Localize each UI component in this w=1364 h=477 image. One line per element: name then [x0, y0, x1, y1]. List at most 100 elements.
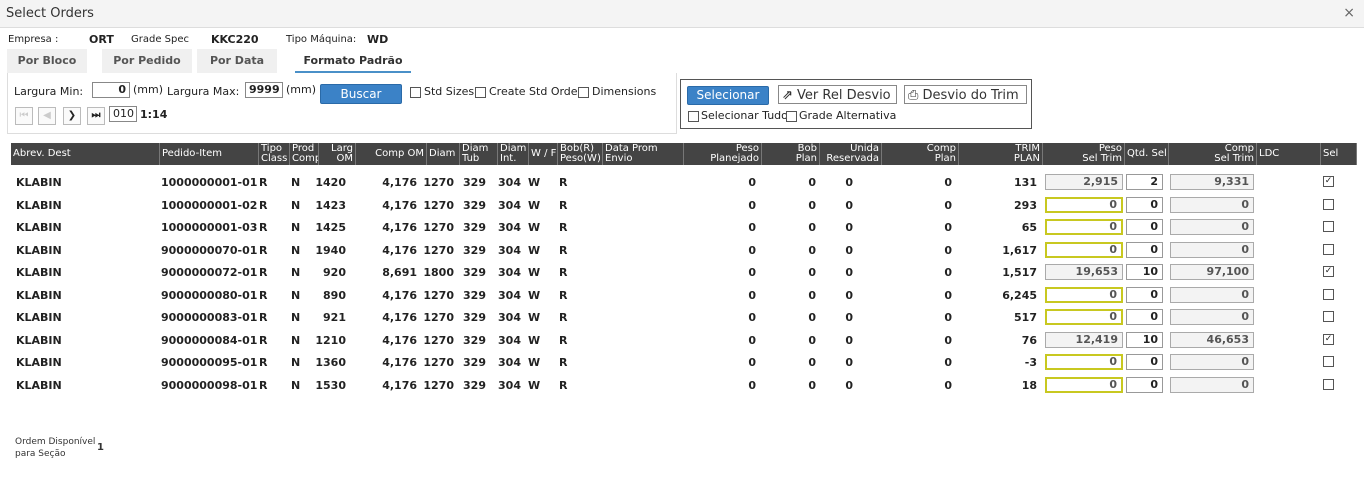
- col-header-bob-plan[interactable]: Bob Plan: [762, 143, 820, 165]
- cell-compsel-input[interactable]: 0: [1170, 309, 1254, 325]
- col-header-sel[interactable]: Sel: [1321, 143, 1357, 165]
- cell-comp: 4,176: [382, 378, 417, 392]
- cell-compsel-input[interactable]: 0: [1170, 196, 1254, 213]
- cell-qtd-input[interactable]: 0: [1126, 376, 1163, 393]
- prev-page-icon[interactable]: ◀: [38, 107, 56, 125]
- col-header-bob-r-peso-w[interactable]: Bob(R) Peso(W): [558, 143, 603, 165]
- col-header-trim-plan[interactable]: TRIM PLAN: [959, 143, 1043, 165]
- col-header-abrev-dest[interactable]: Abrev. Dest: [11, 143, 160, 165]
- table-row[interactable]: KLABIN 1000000001-03 R N 1425 4,176 1270 329 304…: [11, 217, 1357, 239]
- cell-compsel-input[interactable]: 0: [1170, 354, 1254, 370]
- cell-pesosel-input[interactable]: 0: [1045, 354, 1123, 370]
- cell-compsel-input[interactable]: 46,653: [1170, 331, 1254, 348]
- table-row[interactable]: KLABIN 9000000072-01 R N 920 8,691 1800 329 304 W…: [11, 262, 1357, 284]
- col-header-pedido-item[interactable]: Pedido-Item: [160, 143, 259, 165]
- col-header-comp-om[interactable]: Comp OM: [356, 143, 427, 165]
- cell-pesosel-input[interactable]: 0: [1045, 241, 1123, 258]
- cell-compsel-input[interactable]: 9,331: [1170, 174, 1254, 190]
- row-select-checkbox[interactable]: [1323, 311, 1334, 322]
- row-select-checkbox[interactable]: [1323, 221, 1334, 232]
- row-select-checkbox[interactable]: [1323, 288, 1334, 300]
- cell-pesosel-input[interactable]: 0: [1045, 196, 1123, 213]
- col-header-comp-plan[interactable]: Comp Plan: [882, 143, 959, 165]
- close-icon[interactable]: ×: [1343, 5, 1355, 21]
- cell-pesosel-input[interactable]: 12,419: [1045, 331, 1123, 348]
- cell-qtd-input[interactable]: 0: [1126, 241, 1163, 258]
- cell-pesosel-input[interactable]: 0: [1045, 376, 1123, 393]
- desvio-trim-button[interactable]: ⎙ Desvio do Trim: [904, 85, 1027, 104]
- page-number-input[interactable]: 010: [109, 106, 137, 122]
- row-select-checkbox[interactable]: [1323, 243, 1334, 255]
- cell-pesosel-input[interactable]: 0: [1045, 286, 1123, 303]
- col-header-larg-om[interactable]: Larg OM: [319, 143, 356, 165]
- ordem-disponivel-value: 1: [97, 442, 104, 453]
- table-row[interactable]: KLABIN 1000000001-02 R N 1423 4,176 1270 329 304…: [11, 195, 1357, 217]
- col-header-tipo-class[interactable]: Tipo Class: [259, 143, 290, 165]
- next-page-icon[interactable]: ❯: [63, 107, 81, 125]
- col-header-unida-reservada[interactable]: Unida Reservada: [820, 143, 882, 165]
- row-select-checkbox[interactable]: [1323, 356, 1334, 367]
- table-row[interactable]: KLABIN 9000000095-01 R N 1360 4,176 1270 329 304…: [11, 352, 1357, 374]
- cell-qtd-input[interactable]: 0: [1126, 219, 1163, 235]
- col-header-peso-planejado[interactable]: Peso Planejado: [684, 143, 762, 165]
- largura-max-input[interactable]: 9999: [245, 82, 283, 98]
- ver-rel-desvio-button[interactable]: ⇗ Ver Rel Desvio: [778, 85, 897, 104]
- table-row[interactable]: KLABIN 1000000001-01 R N 1420 4,176 1270 329 304…: [11, 172, 1357, 194]
- cell-pesosel-input[interactable]: 19,653: [1045, 264, 1123, 280]
- tab-por-pedido[interactable]: Por Pedido: [102, 49, 192, 73]
- row-select-checkbox[interactable]: [1323, 378, 1334, 390]
- cell-peso: 0: [748, 176, 756, 189]
- cell-compsel-input[interactable]: 0: [1170, 219, 1254, 235]
- cell-qtd-input[interactable]: 10: [1126, 331, 1163, 348]
- cell-qtd-input[interactable]: 10: [1126, 264, 1163, 280]
- last-page-icon[interactable]: ⏭: [87, 107, 105, 125]
- first-page-icon[interactable]: ⏮: [15, 107, 33, 125]
- row-select-checkbox[interactable]: ✓: [1323, 266, 1334, 277]
- cell-compsel-input[interactable]: 0: [1170, 241, 1254, 258]
- col-header-diam-int[interactable]: Diam Int.: [498, 143, 529, 165]
- selecionar-button[interactable]: Selecionar: [687, 86, 769, 105]
- cell-comp: 4,176: [382, 221, 417, 234]
- cell-qtd-input[interactable]: 2: [1126, 174, 1163, 190]
- cell-compsel-input[interactable]: 0: [1170, 376, 1254, 393]
- col-header-w-f[interactable]: W / F: [529, 143, 558, 165]
- cell-pesosel-input[interactable]: 0: [1045, 219, 1123, 235]
- table-row[interactable]: KLABIN 9000000098-01 R N 1530 4,176 1270 329 304…: [11, 375, 1357, 397]
- cell-pesosel-input[interactable]: 0: [1045, 309, 1123, 325]
- row-select-checkbox[interactable]: [1323, 198, 1334, 210]
- dimensions-checkbox[interactable]: [578, 87, 589, 98]
- col-header-diam[interactable]: Diam: [427, 143, 460, 165]
- cell-qtd-input[interactable]: 0: [1126, 309, 1163, 325]
- tab-por-data[interactable]: Por Data: [197, 49, 277, 73]
- row-select-checkbox[interactable]: ✓: [1323, 176, 1334, 187]
- grade-alternativa-checkbox[interactable]: [786, 111, 797, 122]
- selecionar-tudo-checkbox[interactable]: [688, 111, 699, 122]
- std-sizes-checkbox[interactable]: [410, 87, 421, 98]
- create-std-order-checkbox[interactable]: [475, 87, 486, 98]
- row-select-checkbox[interactable]: ✓: [1323, 333, 1334, 345]
- col-header-diam-tub[interactable]: Diam Tub: [460, 143, 498, 165]
- tab-por-bloco[interactable]: Por Bloco: [7, 49, 87, 73]
- buscar-button[interactable]: Buscar: [320, 84, 402, 104]
- cell-pesosel-input[interactable]: 2,915: [1045, 174, 1123, 190]
- cell-qtd-input[interactable]: 0: [1126, 286, 1163, 303]
- table-row[interactable]: KLABIN 9000000084-01 R N 1210 4,176 1270 329 304…: [11, 330, 1357, 352]
- col-header-qtd-sel[interactable]: Qtd. Sel: [1125, 143, 1169, 165]
- cell-compsel-input[interactable]: 97,100: [1170, 264, 1254, 280]
- col-header-comp-sel-trim[interactable]: Comp Sel Trim: [1169, 143, 1257, 165]
- cell-pedido: 9000000084-01: [161, 333, 258, 347]
- cell-compsel-input[interactable]: 0: [1170, 286, 1254, 303]
- table-row[interactable]: KLABIN 9000000080-01 R N 890 4,176 1270 329 304 W…: [11, 285, 1357, 307]
- table-row[interactable]: KLABIN 9000000083-01 R N 921 4,176 1270 329 304 W…: [11, 307, 1357, 329]
- cell-tub: 329: [463, 243, 486, 257]
- cell-qtd-input[interactable]: 0: [1126, 196, 1163, 213]
- para-secao-label: para Seção: [15, 449, 66, 459]
- col-header-prod-comp[interactable]: Prod Comp: [290, 143, 319, 165]
- col-header-ldc[interactable]: LDC: [1257, 143, 1321, 165]
- table-row[interactable]: KLABIN 9000000070-01 R N 1940 4,176 1270 329 304…: [11, 240, 1357, 262]
- tab-formato-padrao[interactable]: Formato Padrão: [295, 49, 411, 73]
- col-header-data-prom-envio[interactable]: Data Prom Envio: [603, 143, 684, 165]
- cell-qtd-input[interactable]: 0: [1126, 354, 1163, 370]
- col-header-peso-sel-trim[interactable]: Peso Sel Trim: [1043, 143, 1125, 165]
- largura-min-input[interactable]: 0: [92, 82, 130, 98]
